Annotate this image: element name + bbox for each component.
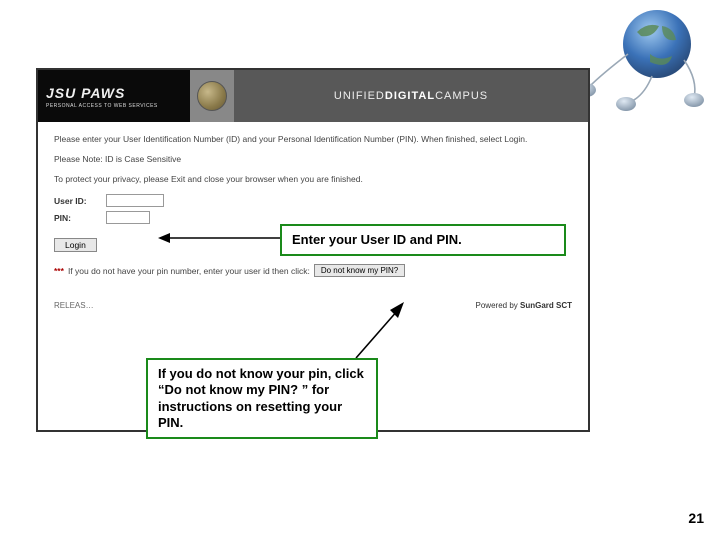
globe-icon (197, 81, 227, 111)
globe-mice-decoration (572, 4, 712, 114)
login-button[interactable]: Login (54, 238, 97, 252)
logo-title: JSU PAWS (46, 86, 182, 100)
banner-right: UNIFIEDDIGITALCAMPUS (234, 70, 588, 122)
no-pin-hint: *** If you do not have your pin number, … (54, 264, 572, 277)
userid-input[interactable] (106, 194, 164, 207)
case-sensitive-note: Please Note: ID is Case Sensitive (54, 154, 572, 164)
powered-prefix: Powered by (476, 301, 520, 310)
release-label: RELEAS… (54, 301, 94, 310)
callout-enter-userid-pin: Enter your User ID and PIN. (280, 224, 566, 256)
pin-input[interactable] (106, 211, 150, 224)
privacy-note: To protect your privacy, please Exit and… (54, 174, 572, 184)
banner-word-campus: CAMPUS (435, 90, 488, 102)
footer-line: RELEAS… Powered by SunGard SCT (54, 301, 572, 310)
jsu-paws-logo: JSU PAWS PERSONAL ACCESS TO WEB SERVICES (38, 70, 190, 122)
banner-word-unified: UNIFIED (334, 90, 385, 102)
userid-row: User ID: (54, 194, 572, 207)
hint-text: If you do not have your pin number, ente… (68, 266, 310, 276)
unified-digital-campus-label: UNIFIEDDIGITALCAMPUS (334, 90, 488, 102)
userid-label: User ID: (54, 196, 100, 206)
banner-globe-icon (190, 70, 234, 122)
do-not-know-pin-button[interactable]: Do not know my PIN? (314, 264, 405, 277)
logo-subtitle: PERSONAL ACCESS TO WEB SERVICES (46, 103, 182, 109)
powered-brand: SunGard SCT (520, 301, 572, 310)
intro-text: Please enter your User Identification Nu… (54, 134, 572, 144)
powered-by: Powered by SunGard SCT (476, 301, 572, 310)
banner-word-digital: DIGITAL (385, 90, 435, 102)
page-number: 21 (688, 510, 704, 526)
pin-row: PIN: (54, 211, 572, 224)
app-header-banner: JSU PAWS PERSONAL ACCESS TO WEB SERVICES… (38, 70, 588, 122)
stars-indicator: *** (54, 266, 64, 276)
pin-label: PIN: (54, 213, 100, 223)
callout-do-not-know-pin: If you do not know your pin, click “Do n… (146, 358, 378, 439)
login-content: Please enter your User Identification Nu… (38, 122, 588, 316)
